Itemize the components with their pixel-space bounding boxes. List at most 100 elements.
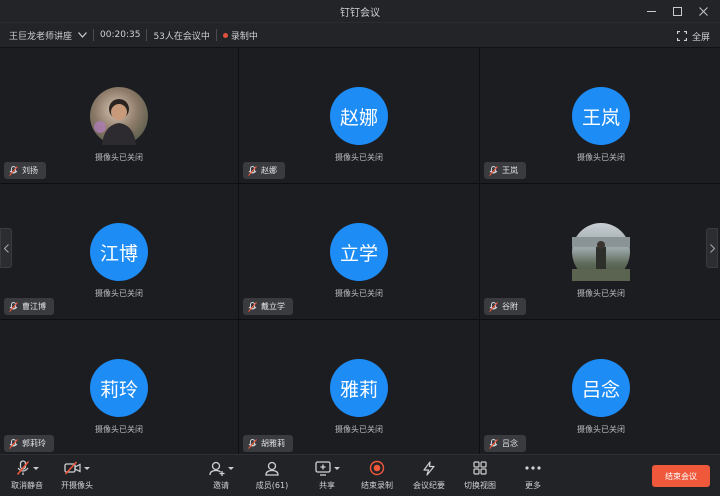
lightning-note-icon bbox=[423, 460, 435, 476]
mic-muted-icon bbox=[248, 301, 257, 312]
participant-name-tag: 曹江博 bbox=[4, 298, 54, 315]
stop-recording-label: 结束录制 bbox=[361, 481, 393, 490]
recording-dot-icon bbox=[222, 32, 228, 38]
camera-status: 摄像头已关闭 bbox=[577, 425, 625, 434]
share-label: 共享 bbox=[319, 481, 335, 490]
close-button[interactable] bbox=[690, 0, 716, 22]
caret-down-icon[interactable] bbox=[227, 466, 234, 470]
chevron-right-icon bbox=[709, 243, 715, 253]
maximize-icon bbox=[672, 6, 682, 16]
mic-muted-icon bbox=[248, 438, 257, 449]
meeting-minutes-button[interactable]: 会议纪要 bbox=[410, 459, 448, 493]
recording-status: 录制中 bbox=[222, 29, 258, 42]
participant-avatar: 雅莉 bbox=[330, 359, 388, 417]
camera-off-icon bbox=[64, 461, 81, 475]
next-page-button[interactable] bbox=[706, 228, 718, 268]
unmute-label: 取消静音 bbox=[11, 481, 43, 490]
share-screen-icon bbox=[314, 460, 331, 476]
window-title: 钉钉会议 bbox=[340, 7, 380, 19]
mic-muted-icon bbox=[9, 165, 18, 176]
participant-name: 赵娜 bbox=[261, 166, 277, 175]
minimize-icon bbox=[646, 10, 656, 12]
share-button[interactable]: 共享 bbox=[312, 459, 342, 493]
mic-muted-icon bbox=[9, 301, 18, 312]
participant-avatar: 王岚 bbox=[572, 87, 630, 145]
stop-recording-button[interactable]: 结束录制 bbox=[358, 459, 396, 493]
participant-tile[interactable]: 摄像头已关闭 谷附 bbox=[480, 184, 720, 319]
mic-muted-icon bbox=[248, 165, 257, 176]
switch-view-label: 切换视图 bbox=[464, 481, 496, 490]
participant-name-tag: 郭莉玲 bbox=[4, 435, 54, 452]
minimize-button[interactable] bbox=[638, 0, 664, 22]
participant-tile[interactable]: 立学 摄像头已关闭 戴立学 bbox=[239, 184, 479, 319]
camera-status: 摄像头已关闭 bbox=[95, 425, 143, 434]
participant-name: 曹江博 bbox=[22, 302, 46, 311]
participant-name-tag: 赵娜 bbox=[243, 162, 285, 179]
participant-avatar: 江博 bbox=[90, 223, 148, 281]
previous-page-button[interactable] bbox=[0, 228, 12, 268]
members-icon bbox=[265, 461, 279, 476]
meeting-duration: 00:20:35 bbox=[100, 30, 141, 40]
participant-photo-avatar bbox=[90, 87, 148, 145]
participant-name: 吕念 bbox=[502, 439, 518, 448]
unmute-button[interactable]: 取消静音 bbox=[8, 459, 46, 493]
chevron-down-icon bbox=[78, 32, 87, 38]
camera-button[interactable]: 开摄像头 bbox=[58, 459, 96, 493]
participant-tile[interactable]: 摄像头已关闭 刘扬 bbox=[0, 48, 238, 183]
participant-avatar: 立学 bbox=[330, 223, 388, 281]
participant-name: 胡雅莉 bbox=[261, 439, 285, 448]
end-meeting-button[interactable]: 结束会议 bbox=[652, 465, 710, 487]
camera-label: 开摄像头 bbox=[61, 481, 93, 490]
more-icon bbox=[525, 466, 541, 470]
more-button[interactable]: 更多 bbox=[518, 459, 548, 493]
divider bbox=[215, 29, 217, 41]
participant-name: 戴立学 bbox=[261, 302, 285, 311]
participant-tile[interactable]: 赵娜 摄像头已关闭 赵娜 bbox=[239, 48, 479, 183]
participant-tile[interactable]: 莉玲 摄像头已关闭 郭莉玲 bbox=[0, 320, 238, 456]
close-icon bbox=[698, 6, 708, 16]
title-bar: 钉钉会议 bbox=[0, 0, 720, 22]
record-icon bbox=[369, 460, 385, 476]
caret-down-icon[interactable] bbox=[32, 466, 39, 470]
participant-name: 刘扬 bbox=[22, 166, 38, 175]
invite-label: 邀请 bbox=[213, 481, 229, 490]
window-controls bbox=[638, 0, 716, 22]
caret-down-icon[interactable] bbox=[333, 466, 340, 470]
grid-view-icon bbox=[473, 461, 487, 475]
meeting-name: 王巨龙老师讲座 bbox=[9, 31, 73, 42]
participant-avatar: 吕念 bbox=[572, 359, 630, 417]
fullscreen-button[interactable]: 全屏 bbox=[676, 23, 710, 49]
participant-name: 王岚 bbox=[502, 166, 518, 175]
members-button[interactable]: 成员(61) bbox=[252, 459, 292, 493]
participant-photo-avatar bbox=[572, 223, 630, 281]
mic-muted-icon bbox=[16, 460, 29, 475]
invite-button[interactable]: 邀请 bbox=[206, 459, 236, 493]
participant-name: 谷附 bbox=[502, 302, 518, 311]
switch-view-button[interactable]: 切换视图 bbox=[460, 459, 500, 493]
participants-status[interactable]: 53人在会议中 bbox=[153, 29, 209, 42]
participant-tile[interactable]: 吕念 摄像头已关闭 吕念 bbox=[480, 320, 720, 456]
chevron-left-icon bbox=[3, 243, 9, 253]
participant-name-tag: 刘扬 bbox=[4, 162, 46, 179]
mic-muted-icon bbox=[489, 165, 498, 176]
members-label: 成员(61) bbox=[255, 481, 289, 490]
meeting-toolbar: 取消静音 开摄像头 邀请 成员(61) 共享 结束录制 会议纪要 切换视图 更多… bbox=[0, 454, 720, 496]
maximize-button[interactable] bbox=[664, 0, 690, 22]
participant-tile[interactable]: 雅莉 摄像头已关闭 胡雅莉 bbox=[239, 320, 479, 456]
participant-name-tag: 谷附 bbox=[484, 298, 526, 315]
person-photo-icon bbox=[94, 99, 136, 145]
camera-status: 摄像头已关闭 bbox=[335, 425, 383, 434]
meeting-info-bar: 王巨龙老师讲座 00:20:35 53人在会议中 录制中 全屏 bbox=[0, 22, 720, 48]
participant-tile[interactable]: 王岚 摄像头已关闭 王岚 bbox=[480, 48, 720, 183]
fullscreen-label: 全屏 bbox=[691, 32, 710, 43]
participant-name-tag: 王岚 bbox=[484, 162, 526, 179]
fullscreen-icon bbox=[676, 31, 687, 41]
caret-down-icon[interactable] bbox=[84, 466, 90, 470]
mic-muted-icon bbox=[9, 438, 18, 449]
divider bbox=[93, 29, 95, 41]
participant-tile[interactable]: 江博 摄像头已关闭 曹江博 bbox=[0, 184, 238, 319]
video-grid: 摄像头已关闭 刘扬 赵娜 摄像头已关闭 赵娜 王岚 摄像头已关闭 王岚 江博 摄… bbox=[0, 48, 720, 456]
meeting-name-dropdown[interactable]: 王巨龙老师讲座 bbox=[9, 29, 87, 42]
more-label: 更多 bbox=[525, 481, 541, 490]
mic-muted-icon bbox=[489, 301, 498, 312]
